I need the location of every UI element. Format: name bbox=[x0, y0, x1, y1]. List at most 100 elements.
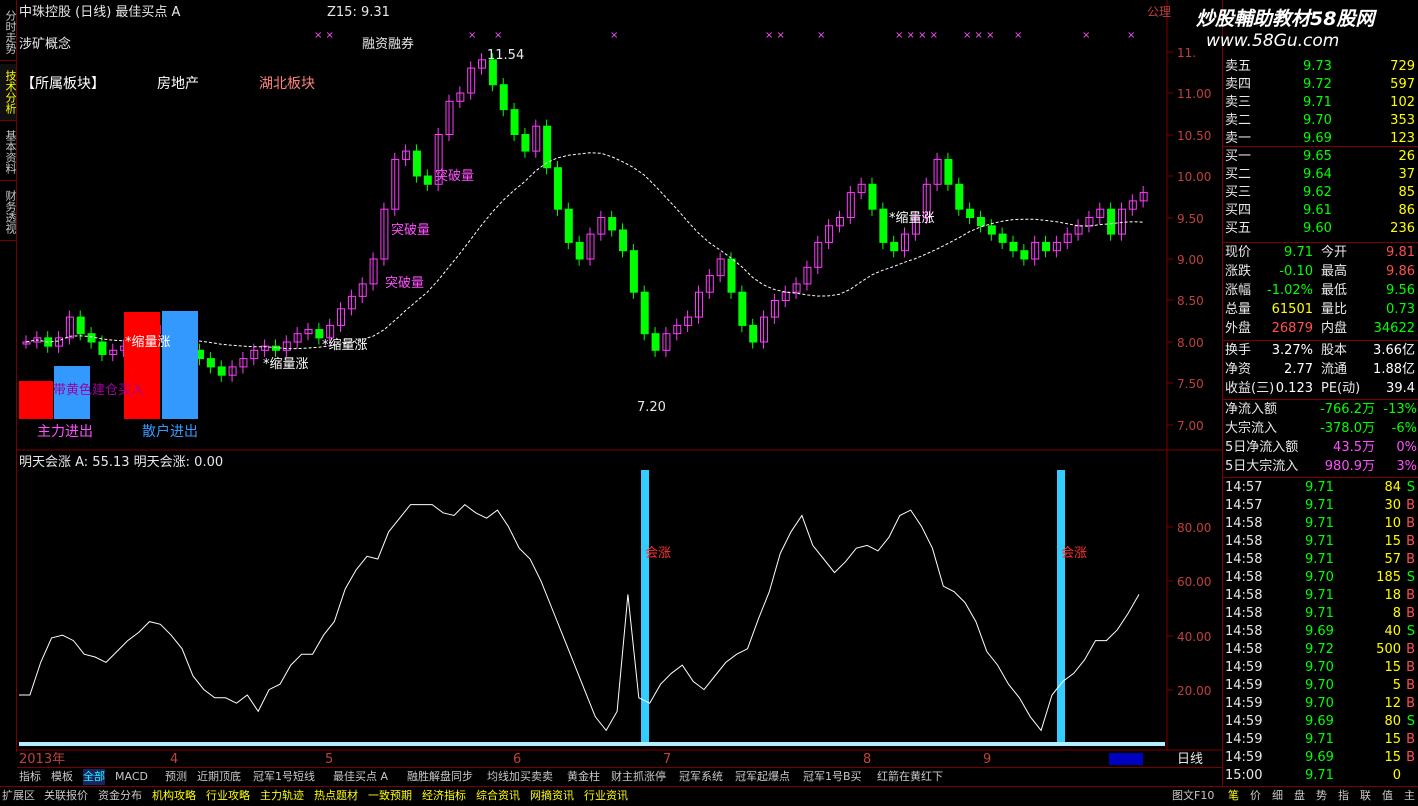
tick-side: B bbox=[1406, 534, 1415, 549]
ask-row[interactable]: 卖五 9.73 729 bbox=[1223, 58, 1418, 76]
tab-caiwu[interactable]: 财务透视 bbox=[0, 184, 17, 241]
ask-row[interactable]: 卖二 9.70 353 bbox=[1223, 112, 1418, 130]
indicator-tab[interactable]: 最佳买点 A bbox=[333, 769, 388, 785]
fund-label: 换手 bbox=[1225, 343, 1252, 358]
bid-row[interactable]: 买五 9.60 236 bbox=[1223, 220, 1418, 238]
tick-row[interactable]: 14:57 9.71 30 B bbox=[1223, 497, 1418, 515]
tick-row[interactable]: 14:58 9.71 57 B bbox=[1223, 551, 1418, 569]
quote-label: 总量 bbox=[1225, 302, 1252, 317]
info-bar-item[interactable]: 机构攻略 bbox=[152, 788, 196, 804]
kline-svg[interactable]: 11. 11.00 10.50 10.00 9.50 9.00 8.50 8.00 7.50 7.… bbox=[17, 0, 1222, 783]
ask-row[interactable]: 卖四 9.72 597 bbox=[1223, 76, 1418, 94]
tick-row[interactable]: 14:58 9.71 8 B bbox=[1223, 605, 1418, 623]
info-bar-item[interactable]: 关联报价 bbox=[44, 788, 88, 804]
indicator-tab[interactable]: 财主抓涨停 bbox=[611, 769, 666, 785]
indicator-tab[interactable]: 黄金柱 bbox=[567, 769, 600, 785]
info-bar-item[interactable]: 行业资讯 bbox=[584, 788, 628, 804]
fund-row[interactable]: 净资 2.77 流通 1.88亿 bbox=[1223, 361, 1418, 379]
tick-volume: 500 bbox=[1376, 642, 1401, 657]
info-bar-item[interactable]: 热点题材 bbox=[314, 788, 358, 804]
sector-item-hubei: 湖北板块 bbox=[259, 76, 315, 92]
bid-price: 9.64 bbox=[1303, 167, 1332, 182]
tick-row[interactable]: 14:59 9.70 12 B bbox=[1223, 695, 1418, 713]
indicator-tab[interactable]: 融胜解盘同步 bbox=[407, 769, 473, 785]
bid-row[interactable]: 买三 9.62 85 bbox=[1223, 184, 1418, 202]
tab-jiben[interactable]: 基本资料 bbox=[0, 124, 17, 181]
right-tab[interactable]: 笔 bbox=[1228, 788, 1239, 804]
info-bar-item[interactable]: 扩展区 bbox=[2, 788, 35, 804]
tick-row[interactable]: 14:59 9.69 80 S bbox=[1223, 713, 1418, 731]
right-tab[interactable]: 联 bbox=[1360, 788, 1371, 804]
tick-row[interactable]: 14:59 9.70 15 B bbox=[1223, 659, 1418, 677]
price-tick-label: 9.50 bbox=[1177, 212, 1204, 226]
candle-body bbox=[879, 208, 888, 243]
right-tab[interactable]: 主 bbox=[1404, 788, 1415, 804]
info-bar-item[interactable]: 资金分布 bbox=[98, 788, 142, 804]
quote-row[interactable]: 现价 9.71 今开 9.81 bbox=[1223, 244, 1418, 262]
tick-row[interactable]: 14:59 9.69 15 B bbox=[1223, 749, 1418, 767]
sector-prefix: 【所属板块】 bbox=[21, 76, 105, 92]
quote-row[interactable]: 涨幅 -1.02% 最低 9.56 bbox=[1223, 282, 1418, 300]
ask-label: 卖四 bbox=[1225, 77, 1252, 92]
info-bar-item[interactable]: 网摘资讯 bbox=[530, 788, 574, 804]
tick-row[interactable]: 14:59 9.71 15 B bbox=[1223, 731, 1418, 749]
right-tab[interactable]: 价 bbox=[1250, 788, 1261, 804]
tick-row[interactable]: 14:58 9.71 18 B bbox=[1223, 587, 1418, 605]
info-bar-item[interactable]: 主力轨迹 bbox=[260, 788, 304, 804]
scroll-indicator[interactable] bbox=[1109, 753, 1143, 765]
indicator-tab[interactable]: 模板 bbox=[51, 769, 73, 785]
tick-row[interactable]: 14:58 9.71 10 B bbox=[1223, 515, 1418, 533]
quote-label: 今开 bbox=[1321, 245, 1348, 260]
indicator-tab[interactable]: 冠军1号B买 bbox=[803, 769, 862, 785]
info-bar-item[interactable]: 行业攻略 bbox=[206, 788, 250, 804]
ask-row[interactable]: 卖三 9.71 102 bbox=[1223, 94, 1418, 112]
right-tab[interactable]: 势 bbox=[1316, 788, 1327, 804]
indicator-tab[interactable]: 全部 bbox=[83, 769, 105, 785]
tick-price: 9.71 bbox=[1305, 534, 1334, 549]
flow-row[interactable]: 5日净流入额 43.5万 0% bbox=[1223, 439, 1418, 457]
bid-row[interactable]: 买一 9.65 26 bbox=[1223, 148, 1418, 166]
tick-row[interactable]: 14:58 9.70 185 S bbox=[1223, 569, 1418, 587]
quote-row[interactable]: 外盘 26879 内盘 34622 bbox=[1223, 320, 1418, 338]
tick-row[interactable]: 14:58 9.72 500 B bbox=[1223, 641, 1418, 659]
chart-area[interactable]: 11. 11.00 10.50 10.00 9.50 9.00 8.50 8.00 7.50 7.… bbox=[17, 0, 1222, 783]
tick-row[interactable]: 14:59 9.70 5 B bbox=[1223, 677, 1418, 695]
quote-row[interactable]: 总量 61501 量比 0.73 bbox=[1223, 301, 1418, 319]
right-tab[interactable]: 细 bbox=[1272, 788, 1283, 804]
info-bar-item[interactable]: 经济指标 bbox=[422, 788, 466, 804]
indicator-tab[interactable]: 冠军起爆点 bbox=[735, 769, 790, 785]
indicator-tab[interactable]: 冠军1号短线 bbox=[253, 769, 315, 785]
tick-row[interactable]: 14:57 9.71 84 S bbox=[1223, 479, 1418, 497]
flow-row[interactable]: 5日大宗流入 980.9万 3% bbox=[1223, 458, 1418, 476]
main-force-block-1 bbox=[19, 381, 53, 419]
indicator-tab[interactable]: 预测 bbox=[165, 769, 187, 785]
right-tab[interactable]: 值 bbox=[1382, 788, 1393, 804]
tab-jishu[interactable]: 技术分析 bbox=[0, 64, 17, 121]
period-label[interactable]: 日线 bbox=[1177, 752, 1203, 767]
bid-row[interactable]: 买四 9.61 86 bbox=[1223, 202, 1418, 220]
indicator-tab[interactable]: MACD bbox=[115, 769, 148, 785]
indicator-tab[interactable]: 近期顶底 bbox=[197, 769, 241, 785]
right-tab[interactable]: 指 bbox=[1338, 788, 1349, 804]
indicator-tab[interactable]: 红箭在黄红下 bbox=[877, 769, 943, 785]
candle-body bbox=[423, 175, 432, 185]
info-bar-item[interactable]: 一致预期 bbox=[368, 788, 412, 804]
fund-row[interactable]: 换手 3.27% 股本 3.66亿 bbox=[1223, 342, 1418, 360]
info-bar-item[interactable]: 综合资讯 bbox=[476, 788, 520, 804]
tick-row[interactable]: 14:58 9.71 15 B bbox=[1223, 533, 1418, 551]
indicator-tab[interactable]: 冠军系统 bbox=[679, 769, 723, 785]
flow-row[interactable]: 净流入额 -766.2万 -13% bbox=[1223, 401, 1418, 419]
tick-row[interactable]: 15:00 9.71 0 bbox=[1223, 767, 1418, 785]
f10-button[interactable]: 图文F10 bbox=[1172, 788, 1214, 804]
indicator-tab[interactable]: 均线加买卖卖 bbox=[487, 769, 553, 785]
bid-row[interactable]: 买二 9.64 37 bbox=[1223, 166, 1418, 184]
bid-volume: 236 bbox=[1390, 221, 1415, 236]
fund-row[interactable]: 收益(三) 0.123 PE(动) 39.4 bbox=[1223, 380, 1418, 398]
time-label-year: 2013年 bbox=[19, 752, 65, 766]
right-tab[interactable]: 盘 bbox=[1294, 788, 1305, 804]
tab-fenshi[interactable]: 分时走势 bbox=[0, 4, 17, 61]
tick-row[interactable]: 14:58 9.69 40 S bbox=[1223, 623, 1418, 641]
flow-row[interactable]: 大宗流入 -378.0万 -6% bbox=[1223, 420, 1418, 438]
indicator-tab[interactable]: 指标 bbox=[19, 769, 41, 785]
quote-row[interactable]: 涨跌 -0.10 最高 9.86 bbox=[1223, 263, 1418, 281]
